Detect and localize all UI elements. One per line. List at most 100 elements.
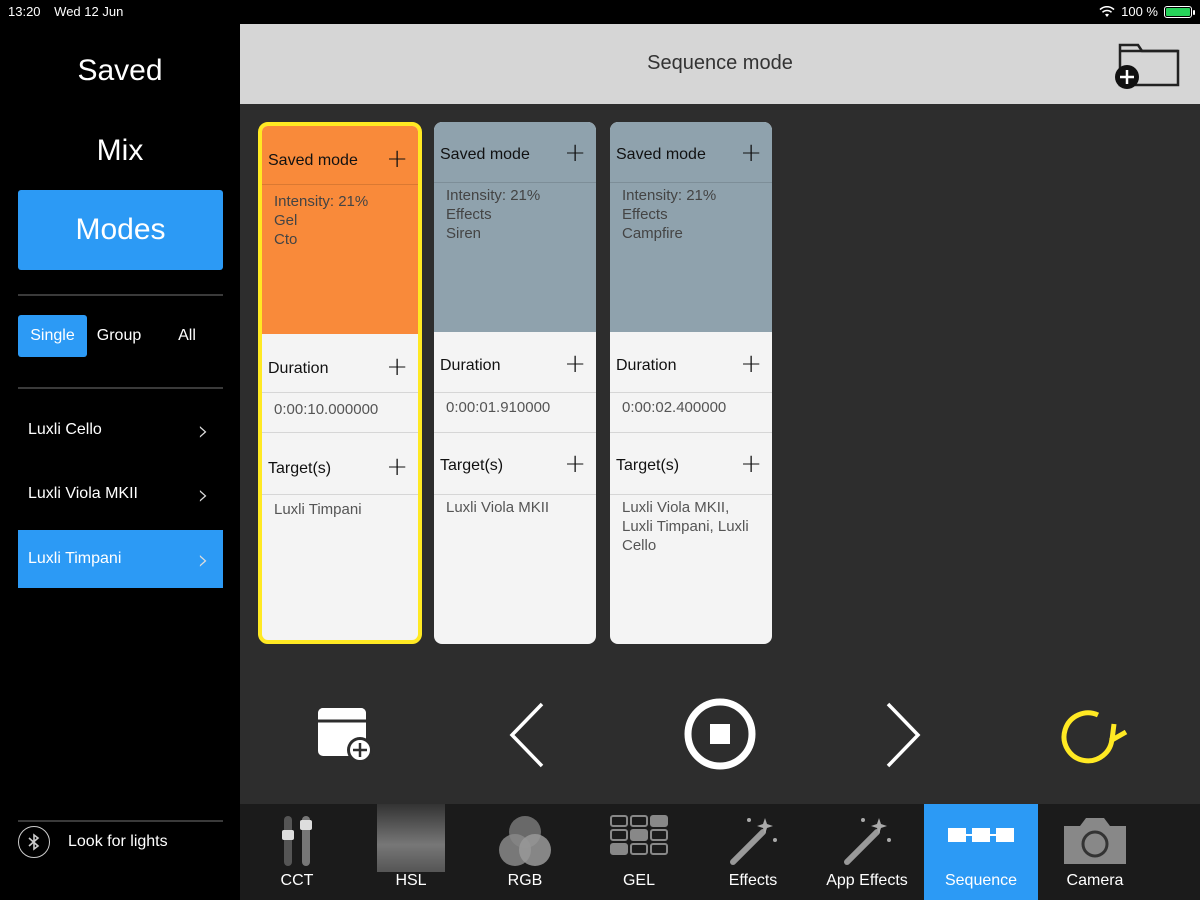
previous-step-icon[interactable] <box>504 700 552 770</box>
light-item-luxli-timpani[interactable]: Luxli Timpani › <box>18 530 223 588</box>
card-mode-detail: Cto <box>274 231 298 248</box>
plus-icon[interactable]: + <box>564 138 586 168</box>
light-item-luxli-cello[interactable]: Luxli Cello › <box>18 401 223 459</box>
look-for-lights-button[interactable]: Look for lights <box>18 826 168 858</box>
sidebar-divider <box>18 294 223 296</box>
card-duration-value: 0:00:02.400000 <box>622 399 727 416</box>
card-mode-section: Saved mode + Intensity: 21% Effects Camp… <box>610 122 772 332</box>
bluetooth-icon <box>18 826 50 858</box>
mix-tab[interactable]: Mix <box>0 134 240 168</box>
plus-icon[interactable]: + <box>386 144 408 174</box>
card-mode-detail: Intensity: 21% <box>274 193 369 210</box>
card-mode-detail: Siren <box>446 225 482 242</box>
card-divider <box>610 392 772 393</box>
tab-effects[interactable]: Effects <box>696 804 810 900</box>
card-target-value: Luxli Viola MKII <box>446 499 550 516</box>
chevron-right-icon: › <box>197 542 209 576</box>
page-title: Sequence mode <box>647 52 793 74</box>
light-item-label: Luxli Viola MKII <box>28 485 138 502</box>
status-time: 13:20 <box>8 4 41 19</box>
tab-gel[interactable]: GEL <box>582 804 696 900</box>
card-divider <box>262 494 418 495</box>
plus-icon[interactable]: + <box>740 349 762 379</box>
chevron-right-icon: › <box>197 413 209 447</box>
modes-tab[interactable]: Modes <box>18 190 223 270</box>
tab-hsl[interactable]: HSL <box>354 804 468 900</box>
segment-all[interactable]: All <box>151 315 223 357</box>
tab-cct[interactable]: CCT <box>240 804 354 900</box>
sidebar-divider <box>18 820 223 822</box>
light-item-luxli-viola-mkii[interactable]: Luxli Viola MKII › <box>18 465 223 523</box>
card-mode-section: Saved mode + Intensity: 21% Effects Sire… <box>434 122 596 332</box>
plus-icon[interactable]: + <box>564 449 586 479</box>
segment-group[interactable]: Group <box>87 315 151 357</box>
card-divider <box>610 182 772 183</box>
sidebar: Saved Mix Modes Single Group All Luxli C… <box>0 24 240 900</box>
card-mode-detail: Gel <box>274 212 298 229</box>
plus-icon[interactable]: + <box>740 449 762 479</box>
rgb-circles-icon <box>499 816 551 866</box>
camera-icon <box>1064 818 1126 864</box>
hsl-gradient-icon <box>377 804 445 872</box>
battery-percent: 100 % <box>1121 4 1158 19</box>
card-divider <box>610 432 772 433</box>
status-bar: 13:20 Wed 12 Jun 100 % <box>0 0 1200 24</box>
card-divider <box>262 184 418 185</box>
tab-label: App Effects <box>826 872 908 889</box>
sequence-step-card[interactable]: Saved mode + Intensity: 21% Gel Cto Dura… <box>258 122 422 644</box>
sequence-step-card[interactable]: Saved mode + Intensity: 21% Effects Camp… <box>610 122 772 644</box>
segment-single[interactable]: Single <box>18 315 87 357</box>
card-duration-title: Duration <box>268 360 329 377</box>
tab-camera[interactable]: Camera <box>1038 804 1152 900</box>
card-mode-detail: Effects <box>622 206 668 223</box>
card-divider <box>434 182 596 183</box>
plus-icon[interactable]: + <box>564 349 586 379</box>
tab-rgb[interactable]: RGB <box>468 804 582 900</box>
tab-label: CCT <box>280 872 314 889</box>
light-item-label: Luxli Cello <box>28 421 102 438</box>
header-bar: Sequence mode <box>240 24 1200 104</box>
plus-icon[interactable]: + <box>386 352 408 382</box>
look-for-lights-label: Look for lights <box>68 833 168 850</box>
card-divider <box>434 432 596 433</box>
sequence-step-card[interactable]: Saved mode + Intensity: 21% Effects Sire… <box>434 122 596 644</box>
cct-sliders-icon <box>282 816 312 866</box>
sidebar-divider <box>18 387 223 389</box>
card-mode-title: Saved mode <box>268 152 358 169</box>
mode-tab-bar: CCT HSL RGB GEL Effects App Effects Sequ… <box>240 804 1200 900</box>
stop-icon[interactable] <box>682 696 758 772</box>
playback-controls <box>240 690 1200 790</box>
magic-wand-icon <box>730 818 777 865</box>
add-folder-icon[interactable] <box>1114 37 1184 91</box>
card-duration-title: Duration <box>440 357 501 374</box>
light-scope-segmented-control: Single Group All <box>18 315 223 357</box>
plus-icon[interactable]: + <box>740 138 762 168</box>
card-target-value: Luxli Viola MKII, <box>622 499 730 516</box>
card-mode-detail: Intensity: 21% <box>622 187 717 204</box>
card-divider <box>434 494 596 495</box>
card-divider <box>262 432 418 433</box>
add-step-icon[interactable] <box>314 704 378 768</box>
card-targets-title: Target(s) <box>616 457 680 474</box>
plus-icon[interactable]: + <box>386 452 408 482</box>
tab-app-effects[interactable]: App Effects <box>810 804 924 900</box>
magic-wand-icon <box>844 818 891 865</box>
card-mode-detail: Campfire <box>622 225 683 242</box>
tab-label: Camera <box>1066 872 1124 889</box>
tab-sequence[interactable]: Sequence <box>924 804 1038 900</box>
card-divider <box>434 392 596 393</box>
main-panel: Sequence mode Saved mode + Intensity: 21… <box>240 24 1200 804</box>
next-step-icon[interactable] <box>878 700 926 770</box>
battery-icon <box>1164 5 1195 18</box>
status-date: Wed 12 Jun <box>54 4 124 19</box>
card-duration-title: Duration <box>616 357 677 374</box>
card-duration-value: 0:00:01.910000 <box>446 399 551 416</box>
wifi-icon <box>1099 5 1115 17</box>
tab-label: HSL <box>395 872 427 889</box>
tab-label: Sequence <box>944 872 1018 889</box>
saved-tab[interactable]: Saved <box>0 54 240 88</box>
card-mode-detail: Effects <box>446 206 492 223</box>
gel-grid-icon <box>610 815 668 855</box>
tab-label: Effects <box>728 872 778 889</box>
loop-icon[interactable] <box>1054 700 1130 770</box>
